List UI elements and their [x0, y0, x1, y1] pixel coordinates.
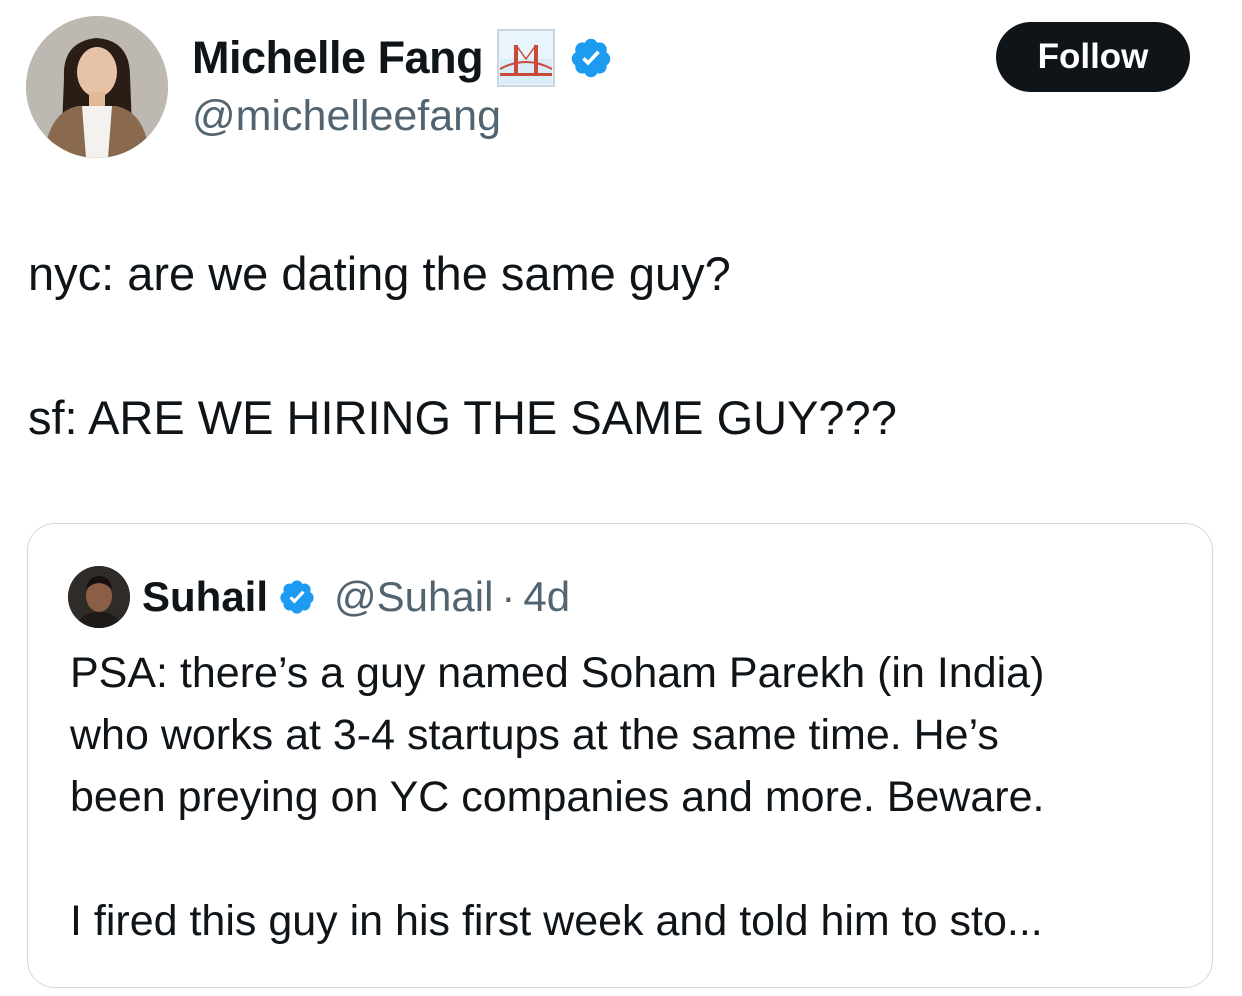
author-name-row: Michelle Fang	[192, 28, 613, 88]
quoted-text-line: PSA: there’s a guy named Soham Parekh (i…	[70, 649, 1045, 697]
verified-badge-icon	[278, 578, 316, 616]
tweet-text-line: nyc: are we dating the same guy?	[28, 247, 731, 300]
quoted-text-line: I fired this guy in his first week and t…	[70, 897, 1043, 945]
quoted-tweet-card[interactable]: Suhail @Suhail · 4d PSA: there’s a guy n…	[27, 523, 1213, 988]
separator-dot: ·	[501, 573, 516, 620]
verified-badge-icon	[569, 36, 613, 80]
quoted-author-avatar[interactable]	[68, 566, 130, 628]
quoted-timestamp[interactable]: 4d	[523, 573, 570, 621]
quoted-author-handle[interactable]: @Suhail	[334, 573, 493, 621]
author-avatar[interactable]	[26, 16, 168, 158]
quoted-tweet-header: Suhail @Suhail · 4d	[68, 566, 570, 628]
golden-gate-bridge-icon	[497, 29, 556, 87]
quoted-text-line: who works at 3-4 startups at the same ti…	[70, 711, 999, 759]
follow-button[interactable]: Follow	[996, 22, 1190, 92]
author-handle[interactable]: @michelleefang	[192, 92, 501, 141]
quoted-text-line: been preying on YC companies and more. B…	[70, 773, 1045, 821]
author-display-name[interactable]: Michelle Fang	[192, 32, 484, 84]
tweet-text-line: sf: ARE WE HIRING THE SAME GUY???	[28, 391, 897, 444]
quoted-author-name[interactable]: Suhail	[142, 573, 268, 621]
